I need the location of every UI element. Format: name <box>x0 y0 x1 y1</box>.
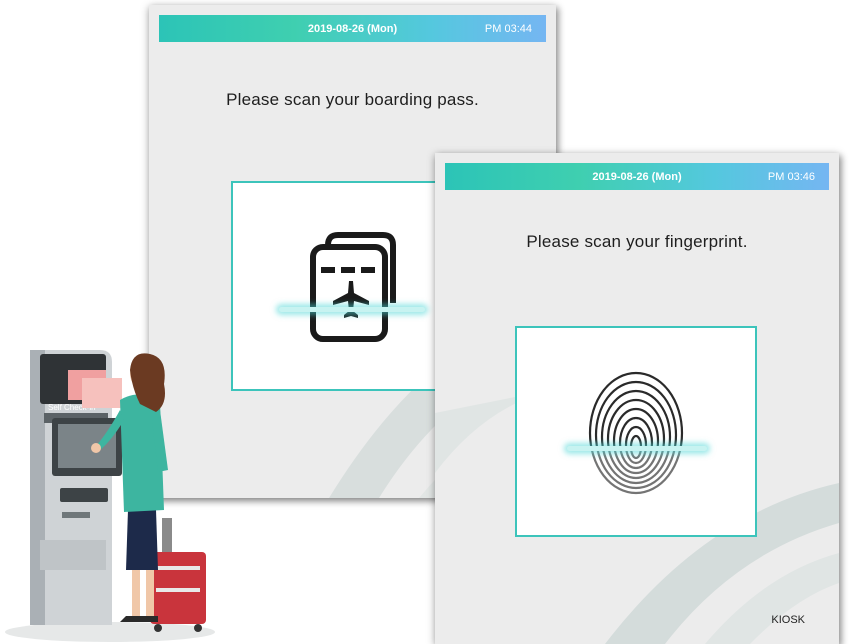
scan-prompt: Please scan your boarding pass. <box>226 90 479 109</box>
status-time: PM 03:44 <box>484 23 532 35</box>
status-time: PM 03:46 <box>767 171 815 183</box>
kiosk-user-illustration: Self Check-in <box>5 350 215 642</box>
scan-prompt: Please scan your fingerprint. <box>526 232 748 251</box>
status-bar: 2019-08-26 (Mon) PM 03:46 <box>445 163 829 190</box>
kiosk-label: KIOSK <box>771 614 805 626</box>
fingerprint-screen: 2019-08-26 (Mon) PM 03:46 Please scan yo… <box>435 153 839 644</box>
scan-line <box>279 307 425 312</box>
status-bar: 2019-08-26 (Mon) PM 03:44 <box>159 15 546 42</box>
scan-line <box>567 446 707 451</box>
fingerprint-icon <box>587 371 687 496</box>
fingerprint-scan-area[interactable] <box>515 326 757 537</box>
boarding-pass-icon <box>310 232 396 342</box>
